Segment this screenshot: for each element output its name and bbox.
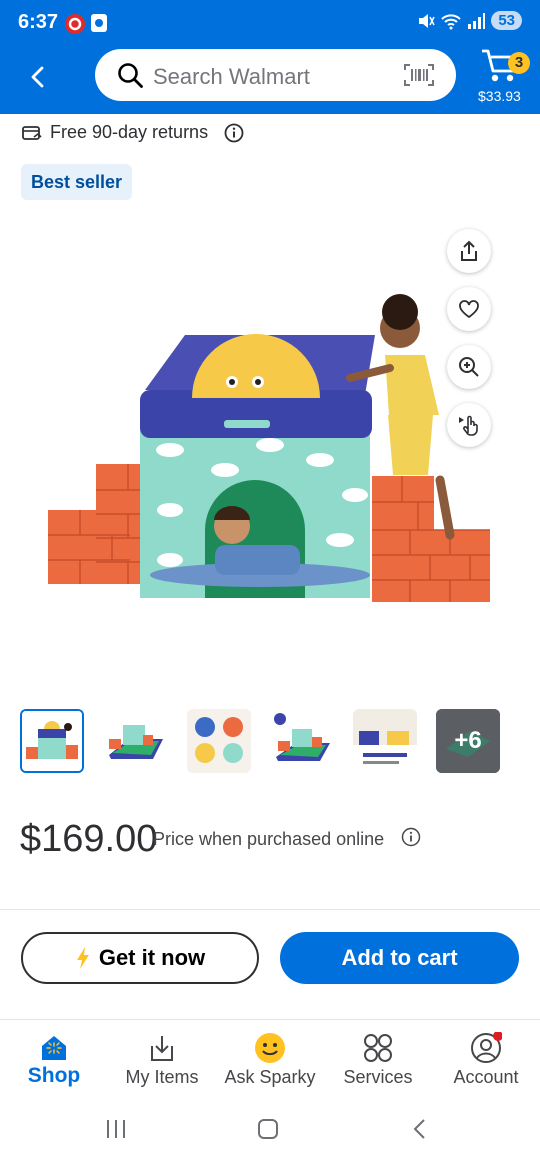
returns-info: Free 90-day returns: [22, 122, 244, 143]
thumbnail-image: [353, 709, 417, 773]
returns-icon: [22, 125, 42, 140]
mute-icon: [419, 13, 435, 28]
best-seller-badge: Best seller: [21, 164, 133, 200]
services-icon: [364, 1034, 392, 1062]
home-icon[interactable]: [256, 1117, 280, 1141]
signal-icon: [468, 12, 486, 29]
nav-ask-sparky[interactable]: Ask Sparky: [216, 1020, 324, 1102]
nav-services[interactable]: Services: [324, 1020, 432, 1102]
nav-my-items-label: My Items: [125, 1067, 199, 1087]
cart-count-badge: 3: [508, 52, 530, 74]
nav-account-label: Account: [453, 1067, 519, 1087]
nav-account[interactable]: Account: [432, 1020, 540, 1102]
thumbnail-4[interactable]: [270, 709, 334, 773]
recent-apps-icon[interactable]: [104, 1117, 128, 1141]
search-icon: [118, 63, 143, 88]
share-button[interactable]: [447, 229, 491, 273]
share-icon: [461, 240, 477, 261]
battery-indicator: 53: [491, 11, 522, 30]
nav-my-items[interactable]: My Items: [108, 1020, 216, 1102]
get-it-now-button[interactable]: Get it now: [21, 932, 259, 984]
get-it-now-label: Get it now: [98, 945, 206, 970]
cart-total: $33.93: [478, 88, 521, 104]
info-icon[interactable]: [224, 123, 244, 143]
shop-icon: [42, 1036, 66, 1060]
divider: [0, 909, 540, 910]
thumbnail-image: [103, 709, 167, 773]
zoom-button[interactable]: [447, 345, 491, 389]
heart-icon: [459, 300, 479, 319]
product-image[interactable]: [20, 230, 520, 680]
product-price: $169.00: [20, 818, 158, 860]
back-arrow-icon[interactable]: [24, 62, 54, 92]
price-note: Price when purchased online: [153, 829, 385, 849]
back-icon[interactable]: [408, 1117, 432, 1141]
wifi-icon: [441, 13, 462, 29]
bottom-navigation: Shop My Items Ask Sparky Services Accoun…: [0, 1019, 540, 1101]
touch-hand-icon: [459, 415, 478, 436]
favorite-button[interactable]: [447, 287, 491, 331]
thumbnail-5[interactable]: [353, 709, 417, 773]
interactive-view-button[interactable]: [447, 403, 491, 447]
product-illustration: [48, 294, 490, 602]
top-header: Search Walmart 3 $33.93: [0, 46, 540, 114]
lightning-icon: [76, 947, 89, 969]
app-notification-icon: [91, 14, 107, 32]
cart-button[interactable]: 3 $33.93: [478, 46, 534, 112]
status-bar: 6:37 53: [0, 0, 540, 46]
search-input[interactable]: Search Walmart: [153, 64, 310, 90]
nav-shop[interactable]: Shop: [0, 1020, 108, 1102]
thumbnail-image: [270, 709, 334, 773]
thumbnail-3[interactable]: [187, 709, 251, 773]
status-time: 6:37: [18, 11, 59, 33]
nav-shop-label: Shop: [27, 1064, 81, 1087]
nav-ask-sparky-label: Ask Sparky: [224, 1067, 316, 1087]
thumbnail-image: [187, 709, 251, 773]
my-items-icon: [151, 1036, 173, 1061]
more-images-thumbnail[interactable]: +6: [436, 709, 500, 773]
nav-services-label: Services: [343, 1067, 413, 1087]
status-indicators: 53: [417, 11, 522, 30]
add-to-cart-label: Add to cart: [341, 945, 458, 970]
thumbnail-1[interactable]: [20, 709, 84, 773]
thumbnail-2[interactable]: [103, 709, 167, 773]
add-to-cart-button[interactable]: Add to cart: [280, 932, 519, 984]
sparky-icon: [255, 1033, 285, 1063]
barcode-scan-icon[interactable]: [404, 63, 434, 87]
system-navigation-bar: [0, 1101, 540, 1158]
returns-text: Free 90-day returns: [50, 122, 209, 142]
search-bar[interactable]: Search Walmart: [95, 49, 456, 101]
thumbnail-image: [22, 711, 82, 771]
beats-app-icon: [65, 14, 85, 34]
thumbnail-strip: +6: [20, 709, 520, 773]
price-info-icon[interactable]: [401, 827, 421, 847]
zoom-in-icon: [459, 357, 479, 377]
more-images-count: +6: [454, 727, 482, 754]
account-icon: [471, 1032, 502, 1063]
